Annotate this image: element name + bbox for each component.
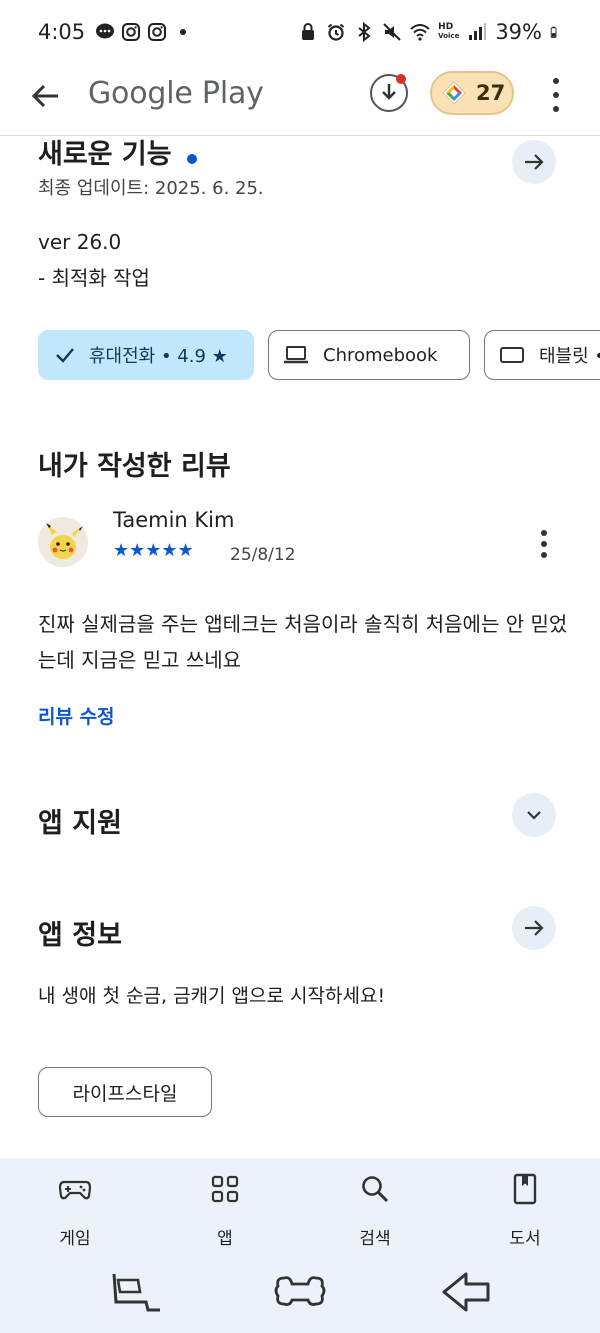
battery-icon [550, 26, 557, 38]
app-support-expand-button[interactable] [512, 793, 556, 837]
review-stars: ★★★★★ [113, 540, 194, 561]
battery-percent: 39% [495, 20, 542, 44]
nav-apps[interactable]: 앱 [175, 1172, 275, 1249]
review-text: 진짜 실제금을 주는 앱테크는 처음이라 솔직히 처음에는 안 믿었는데 지금은… [38, 612, 568, 672]
chat-icon [96, 23, 115, 39]
wifi-icon [410, 24, 430, 41]
alarm-icon [328, 23, 345, 41]
tablet-icon [500, 347, 524, 363]
my-review-title: 내가 작성한 리뷰 [38, 451, 231, 482]
app-info-arrow-button[interactable] [512, 906, 556, 950]
device-chip-chromebook[interactable]: Chromebook [268, 330, 470, 380]
whats-new-arrow-button[interactable] [512, 140, 556, 184]
google-play-title: Google Play [88, 76, 264, 111]
apps-grid-icon [211, 1175, 239, 1203]
status-bar: 4:05 HD Voice 39% [0, 0, 600, 64]
instagram-icon [122, 23, 141, 41]
system-status-icons: HD Voice 39% [298, 20, 562, 44]
device-chip-label: 태블릿 • [539, 346, 600, 367]
app-bar: Google Play 27 [0, 64, 600, 136]
download-icon [382, 84, 396, 100]
app-description: 내 생애 첫 순금, 금캐기 앱으로 시작하세요! [38, 985, 386, 1007]
nav-label: 도서 [509, 1229, 541, 1249]
last-updated: 최종 업데이트: 2025. 6. 25. [38, 178, 264, 199]
version-text: ver 26.0 [38, 230, 122, 254]
recent-apps-icon[interactable] [108, 1262, 168, 1322]
mute-icon [383, 23, 401, 41]
review-author: Taemin Kim [113, 508, 235, 532]
status-time: 4:05 [38, 20, 86, 44]
app-support-title: 앱 지원 [38, 808, 122, 839]
signal-icon [469, 23, 487, 40]
review-date: 25/8/12 [230, 545, 296, 565]
app-info-title: 앱 정보 [38, 920, 122, 951]
play-points-chip[interactable]: 27 [430, 71, 514, 115]
edit-review-link[interactable]: 리뷰 수정 [38, 702, 115, 729]
home-bone-icon[interactable] [270, 1262, 330, 1322]
chevron-down-icon [527, 811, 541, 820]
whats-new-section: 새로운 기능 [38, 132, 197, 171]
nav-books[interactable]: 도서 [475, 1172, 575, 1249]
play-points-icon [442, 81, 466, 105]
arrow-right-icon [525, 154, 544, 170]
bluetooth-icon [358, 22, 371, 42]
category-tag-chip[interactable]: 라이프스타일 [38, 1067, 212, 1117]
play-points-count: 27 [476, 81, 506, 105]
back-arrow-icon[interactable] [28, 78, 64, 114]
review-more-icon[interactable] [540, 530, 548, 558]
nav-label: 게임 [59, 1229, 91, 1249]
hd-voice-icon: HD Voice [438, 23, 459, 41]
dot-icon [180, 29, 187, 35]
notification-dot [396, 74, 406, 84]
lock-icon [302, 23, 315, 40]
nav-search[interactable]: 검색 [325, 1172, 425, 1249]
hd-label: HD [438, 22, 454, 32]
instagram-icon [148, 23, 167, 41]
nav-label: 앱 [217, 1229, 233, 1249]
avatar [38, 517, 88, 567]
device-chip-label: 휴대전화 • 4.9 ★ [89, 346, 228, 367]
laptop-icon [284, 346, 308, 364]
search-icon [362, 1176, 389, 1203]
device-chip-phone[interactable]: 휴대전화 • 4.9 ★ [38, 330, 254, 380]
whats-new-title: 새로운 기능 [38, 139, 172, 170]
nav-label: 검색 [359, 1229, 391, 1249]
more-options-icon[interactable] [548, 78, 564, 112]
back-nav-icon[interactable] [438, 1262, 498, 1322]
pikachu-avatar-image [38, 517, 88, 567]
release-note: - 최적화 작업 [38, 266, 150, 290]
notification-icons [95, 22, 193, 42]
check-icon [56, 348, 74, 363]
device-chip-label: Chromebook [323, 344, 438, 366]
new-indicator-dot [186, 153, 197, 164]
voice-label: Voice [438, 32, 460, 40]
nav-games[interactable]: 게임 [25, 1172, 125, 1249]
arrow-right-icon [525, 920, 544, 936]
device-chip-tablet[interactable]: 태블릿 • [484, 330, 600, 380]
book-icon [513, 1173, 537, 1205]
gamepad-icon [58, 1180, 92, 1200]
